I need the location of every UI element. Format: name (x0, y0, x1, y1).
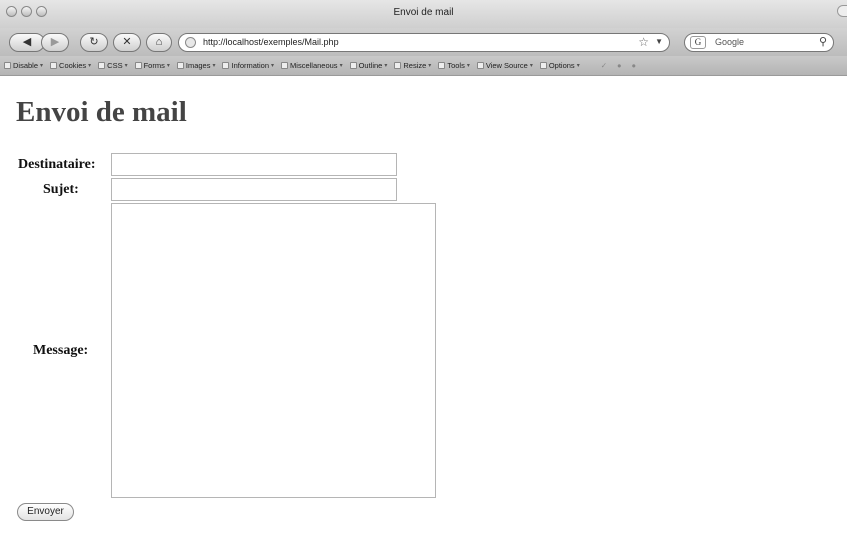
information-icon (222, 62, 230, 69)
recipient-field[interactable] (111, 153, 397, 176)
stop-button[interactable]: ✕ (113, 33, 141, 52)
home-icon: ⌂ (155, 36, 163, 48)
devtool-cookies[interactable]: Cookies ▾ (50, 61, 91, 70)
subject-label: Sujet: (43, 182, 79, 197)
devtool-outline[interactable]: Outline ▾ (349, 61, 387, 70)
reload-button[interactable]: ↻ (80, 33, 108, 52)
devtool-status-icons[interactable]: ✓ ● ● (601, 61, 636, 70)
message-textarea[interactable] (111, 203, 436, 498)
resize-icon (394, 62, 402, 69)
devtool-disable[interactable]: Disable ▾ (4, 61, 43, 70)
miscellaneous-icon (281, 62, 289, 69)
outline-icon (349, 62, 357, 69)
css-icon (98, 62, 106, 69)
tools-icon (438, 62, 446, 69)
toolbar-toggle-button[interactable] (837, 5, 847, 17)
home-button[interactable]: ⌂ (146, 33, 172, 52)
recipient-label: Destinataire: (18, 157, 96, 172)
site-identity-icon[interactable] (185, 37, 196, 48)
search-engine-icon[interactable]: G (690, 36, 706, 49)
send-button[interactable]: Envoyer (17, 503, 74, 521)
window-title: Envoi de mail (393, 7, 454, 18)
search-input[interactable]: Google (715, 37, 744, 47)
chevron-down-icon[interactable]: ▼ (655, 37, 663, 46)
window-titlebar: Envoi de mail (0, 0, 847, 28)
message-label: Message: (33, 343, 89, 358)
devtool-tools[interactable]: Tools ▾ (438, 61, 470, 70)
navigation-toolbar: ◀ ▶ ↻ ✕ ⌂ http://localhost/exemples/Mail… (0, 28, 847, 56)
devtool-css[interactable]: CSS ▾ (98, 61, 128, 70)
devtool-resize[interactable]: Resize ▾ (394, 61, 431, 70)
page-content: Envoi de mail Destinataire: Sujet: Messa… (8, 77, 847, 536)
url-bar[interactable]: http://localhost/exemples/Mail.php ☆ ▼ (178, 33, 670, 52)
url-text: http://localhost/exemples/Mail.php (203, 37, 339, 47)
web-developer-toolbar: Disable ▾ Cookies ▾ CSS ▾ Forms ▾ Images ▾ In… (0, 56, 847, 76)
devtool-view-source[interactable]: View Source ▾ (476, 61, 533, 70)
cookie-icon (50, 62, 58, 69)
search-box[interactable]: G Google ⚲ (684, 33, 834, 52)
page-title: Envoi de mail (16, 96, 187, 128)
back-button[interactable]: ◀ (9, 33, 45, 52)
status-circle-icon-2: ● (631, 61, 637, 70)
devtool-information[interactable]: Information ▾ (222, 61, 274, 70)
status-circle-icon: ● (617, 61, 622, 70)
reload-icon: ↻ (89, 36, 99, 48)
images-icon (176, 62, 184, 69)
check-icon: ✓ (600, 61, 607, 70)
close-icon: ✕ (122, 36, 132, 48)
subject-field[interactable] (111, 178, 397, 201)
forward-arrow-icon: ▶ (50, 36, 60, 48)
forms-icon (134, 62, 142, 69)
devtool-forms[interactable]: Forms ▾ (134, 61, 170, 70)
devtool-images[interactable]: Images ▾ (176, 61, 215, 70)
devtool-options[interactable]: Options ▾ (539, 61, 580, 70)
options-icon (539, 62, 547, 69)
forward-button[interactable]: ▶ (41, 33, 69, 52)
back-arrow-icon: ◀ (22, 36, 32, 48)
devtool-miscellaneous[interactable]: Miscellaneous ▾ (281, 61, 343, 70)
search-icon[interactable]: ⚲ (819, 35, 827, 48)
bookmark-star-icon[interactable]: ☆ (638, 35, 649, 49)
view-source-icon (476, 62, 484, 69)
disable-icon (4, 62, 11, 69)
